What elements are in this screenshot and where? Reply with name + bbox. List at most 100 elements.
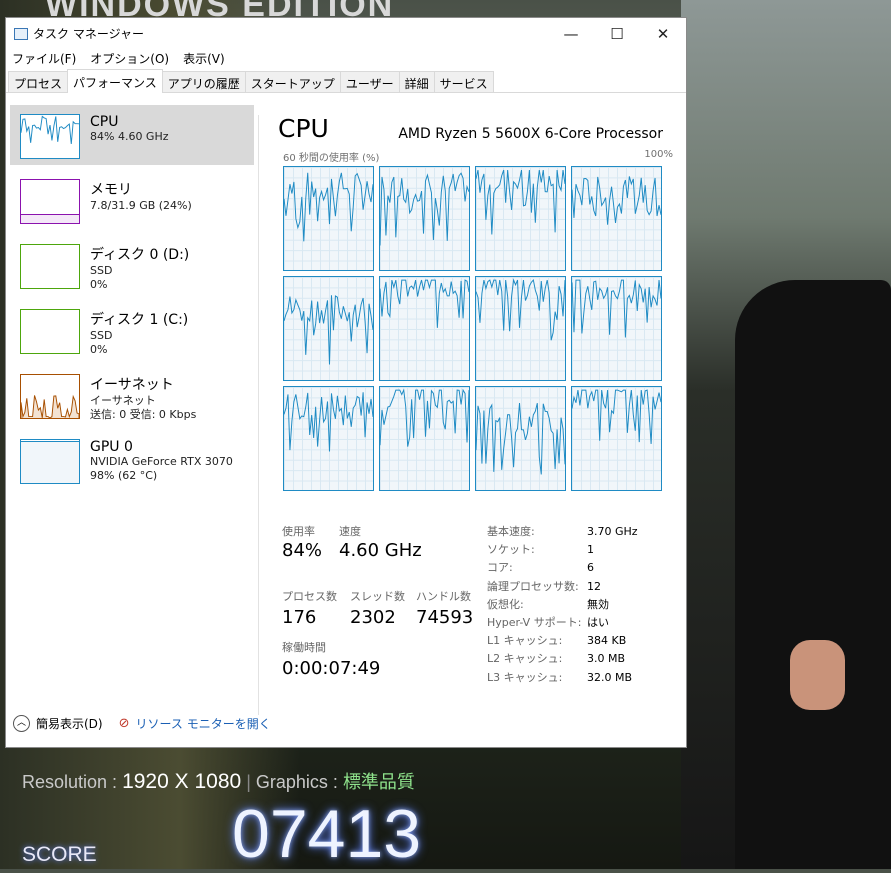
maximize-button[interactable]: ☐	[594, 25, 640, 43]
open-resource-monitor-link[interactable]: リソース モニターを開く	[136, 715, 271, 732]
processor-name: AMD Ryzen 5 5600X 6-Core Processor	[398, 126, 663, 142]
sidebar-item-detail: 7.8/31.9 GB (24%)	[90, 199, 192, 212]
core-graph	[475, 386, 566, 491]
fewer-details-button[interactable]: 簡易表示(D)	[36, 715, 103, 732]
tab-details[interactable]: 詳細	[398, 71, 435, 92]
spec-value: 12	[587, 579, 601, 593]
menu-bar: ファイル(F) オプション(O) 表示(V)	[6, 49, 686, 68]
spec-label: コア:	[487, 561, 513, 575]
tab-processes[interactable]: プロセス	[8, 71, 69, 92]
logical-processor-graphs	[283, 166, 673, 491]
memory-thumbnail-graph	[20, 179, 80, 224]
spec-value: 無効	[587, 597, 609, 611]
core-graph	[283, 166, 374, 271]
disk0-thumbnail-graph	[20, 244, 80, 289]
spec-row: ソケット: 1	[487, 541, 638, 559]
tab-users[interactable]: ユーザー	[339, 71, 400, 92]
sidebar-item-detail: イーサネット	[90, 394, 156, 407]
spec-label: Hyper-V サポート:	[487, 616, 582, 630]
uptime-value: 0:00:07:49	[282, 658, 381, 679]
game-character-hand	[790, 640, 845, 710]
handle-count: 74593	[416, 607, 474, 628]
core-usage-line	[380, 388, 469, 447]
core-usage-line	[572, 389, 661, 444]
spec-row: 論理プロセッサ数: 12	[487, 578, 638, 596]
spec-label: 基本速度:	[487, 525, 535, 538]
sidebar-item-disk-1[interactable]: ディスク 1 (C:) SSD 0%	[10, 300, 254, 360]
tab-performance[interactable]: パフォーマンス	[67, 69, 163, 93]
process-count: 176	[282, 607, 317, 628]
resolution-value: 1920 X 1080	[122, 770, 242, 793]
game-character	[735, 280, 891, 869]
task-manager-icon	[14, 27, 28, 40]
sidebar-item-disk-0[interactable]: ディスク 0 (D:) SSD 0%	[10, 235, 254, 295]
core-graph	[283, 386, 374, 491]
thread-count: 2302	[350, 607, 396, 628]
spec-row: L2 キャッシュ: 3.0 MB	[487, 650, 638, 668]
core-usage-line	[380, 279, 469, 328]
spec-row: 基本速度: 3.70 GHz	[487, 523, 638, 541]
spec-label: ソケット:	[487, 543, 535, 557]
menu-view[interactable]: 表示(V)	[183, 50, 225, 67]
graphics-label: Graphics :	[255, 772, 338, 792]
speed-label: 速度	[339, 525, 361, 538]
title-bar[interactable]: タスク マネージャー — ☐ ✕	[6, 18, 686, 49]
spec-row: 仮想化: 無効	[487, 596, 638, 614]
spec-value: はい	[587, 616, 609, 630]
window-title: タスク マネージャー	[33, 27, 144, 41]
sidebar-item-detail-2: 0%	[90, 343, 108, 356]
speed-value: 4.60 GHz	[339, 540, 422, 561]
ethernet-thumbnail-graph	[20, 374, 80, 419]
core-graph	[379, 166, 470, 271]
sidebar-item-title: メモリ	[90, 182, 132, 198]
core-graph	[571, 166, 662, 271]
sidebar-item-detail: NVIDIA GeForce RTX 3070	[90, 455, 233, 468]
sidebar-item-title: CPU	[90, 114, 119, 130]
core-usage-line	[572, 279, 661, 338]
sidebar-item-title: GPU 0	[90, 439, 133, 455]
benchmark-info: Resolution : 1920 X 1080 | Graphics : 標準…	[22, 770, 415, 793]
spec-label: L3 キャッシュ:	[487, 670, 563, 684]
spec-row: コア: 6	[487, 559, 638, 577]
menu-options[interactable]: オプション(O)	[90, 50, 169, 67]
cpu-thumb-line	[21, 115, 79, 145]
chevron-up-icon[interactable]: ︿	[13, 715, 30, 732]
spec-value: 3.0 MB	[587, 652, 626, 666]
spec-value: 3.70 GHz	[587, 525, 638, 538]
sidebar-item-ethernet[interactable]: イーサネット イーサネット 送信: 0 受信: 0 Kbps	[10, 365, 254, 425]
cpu-specs: 基本速度: 3.70 GHz ソケット: 1 コア: 6 論理プロセッサ数: 12 仮想化: 無効…	[487, 523, 638, 687]
core-graph	[475, 276, 566, 381]
spec-value: 384 KB	[587, 634, 627, 648]
sidebar-item-detail-2: 送信: 0 受信: 0 Kbps	[90, 408, 197, 421]
cpu-detail-panel: CPU AMD Ryzen 5 5600X 6-Core Processor 6…	[278, 114, 673, 491]
ethernet-thumb-line	[21, 394, 79, 418]
core-usage-line	[572, 176, 661, 225]
spec-label: L1 キャッシュ:	[487, 634, 563, 648]
menu-file[interactable]: ファイル(F)	[12, 50, 76, 67]
sidebar-item-gpu[interactable]: GPU 0 NVIDIA GeForce RTX 3070 98% (62 °C)	[10, 430, 254, 490]
sidebar-item-title: ディスク 1 (C:)	[90, 312, 189, 328]
tab-services[interactable]: サービス	[433, 71, 494, 92]
core-graph	[379, 276, 470, 381]
tab-app-history[interactable]: アプリの履歴	[161, 71, 246, 92]
usage-label: 使用率	[282, 525, 315, 538]
core-usage-line	[380, 172, 469, 246]
minimize-button[interactable]: —	[548, 25, 594, 43]
thread-count-label: スレッド数	[350, 590, 405, 603]
sidebar-item-detail: 84% 4.60 GHz	[90, 130, 169, 143]
task-manager-window: タスク マネージャー — ☐ ✕ ファイル(F) オプション(O) 表示(V) …	[5, 17, 687, 748]
resolution-label: Resolution :	[22, 772, 118, 792]
benchmark-score: 07413	[232, 796, 422, 872]
core-usage-line	[284, 392, 373, 452]
graph-label: 60 秒間の使用率 (%)	[283, 153, 380, 164]
score-label: SCORE	[22, 843, 97, 866]
core-graph	[283, 276, 374, 381]
spec-value: 32.0 MB	[587, 670, 633, 684]
tab-startup[interactable]: スタートアップ	[244, 71, 341, 92]
sidebar-item-cpu[interactable]: CPU 84% 4.60 GHz	[10, 105, 254, 165]
sidebar-item-memory[interactable]: メモリ 7.8/31.9 GB (24%)	[10, 170, 254, 230]
disk1-thumbnail-graph	[20, 309, 80, 354]
spec-label: 論理プロセッサ数:	[487, 579, 579, 593]
close-button[interactable]: ✕	[640, 25, 686, 43]
core-usage-line	[284, 295, 373, 365]
